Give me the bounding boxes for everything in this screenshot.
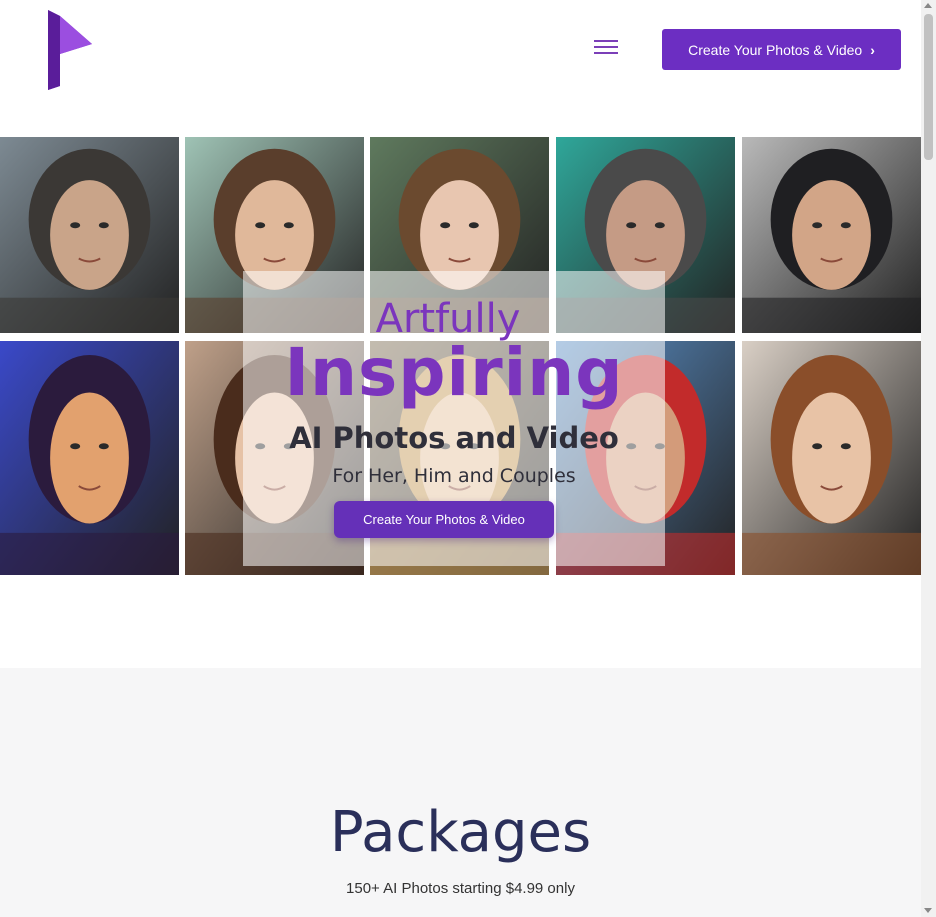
scrollbar-thumb[interactable] bbox=[924, 14, 933, 160]
menu-toggle-button[interactable] bbox=[592, 36, 620, 60]
hero-subheading: For Her, Him and Couples bbox=[332, 465, 576, 487]
chevron-right-icon: › bbox=[870, 41, 875, 58]
create-photos-header-label: Create Your Photos & Video bbox=[688, 41, 863, 58]
brand-logo[interactable] bbox=[40, 8, 100, 94]
hero-heading-ai-photos: AI Photos and Video bbox=[289, 421, 619, 455]
portrait-armored-hero bbox=[742, 137, 921, 333]
page: Create Your Photos & Video › Artfully In… bbox=[0, 0, 936, 917]
portrait-fairy-woman bbox=[742, 341, 921, 575]
portrait-neon-heroine bbox=[0, 341, 179, 575]
scroll-up-arrow-icon[interactable] bbox=[924, 3, 932, 8]
create-photos-hero-button[interactable]: Create Your Photos & Video bbox=[334, 501, 554, 538]
menu-icon-bar bbox=[594, 40, 618, 42]
portrait-bearded-warrior bbox=[0, 137, 179, 333]
scroll-down-arrow-icon[interactable] bbox=[924, 908, 932, 913]
page-scrollbar[interactable] bbox=[921, 0, 936, 917]
packages-title: Packages bbox=[329, 800, 592, 865]
packages-subtitle: 150+ AI Photos starting $4.99 only bbox=[346, 880, 575, 897]
menu-icon-bar bbox=[594, 46, 618, 48]
site-header: Create Your Photos & Video › bbox=[0, 0, 921, 120]
create-photos-header-button[interactable]: Create Your Photos & Video › bbox=[662, 29, 901, 70]
menu-icon-bar bbox=[594, 52, 618, 54]
hero-heading-inspiring: Inspiring bbox=[284, 334, 624, 411]
